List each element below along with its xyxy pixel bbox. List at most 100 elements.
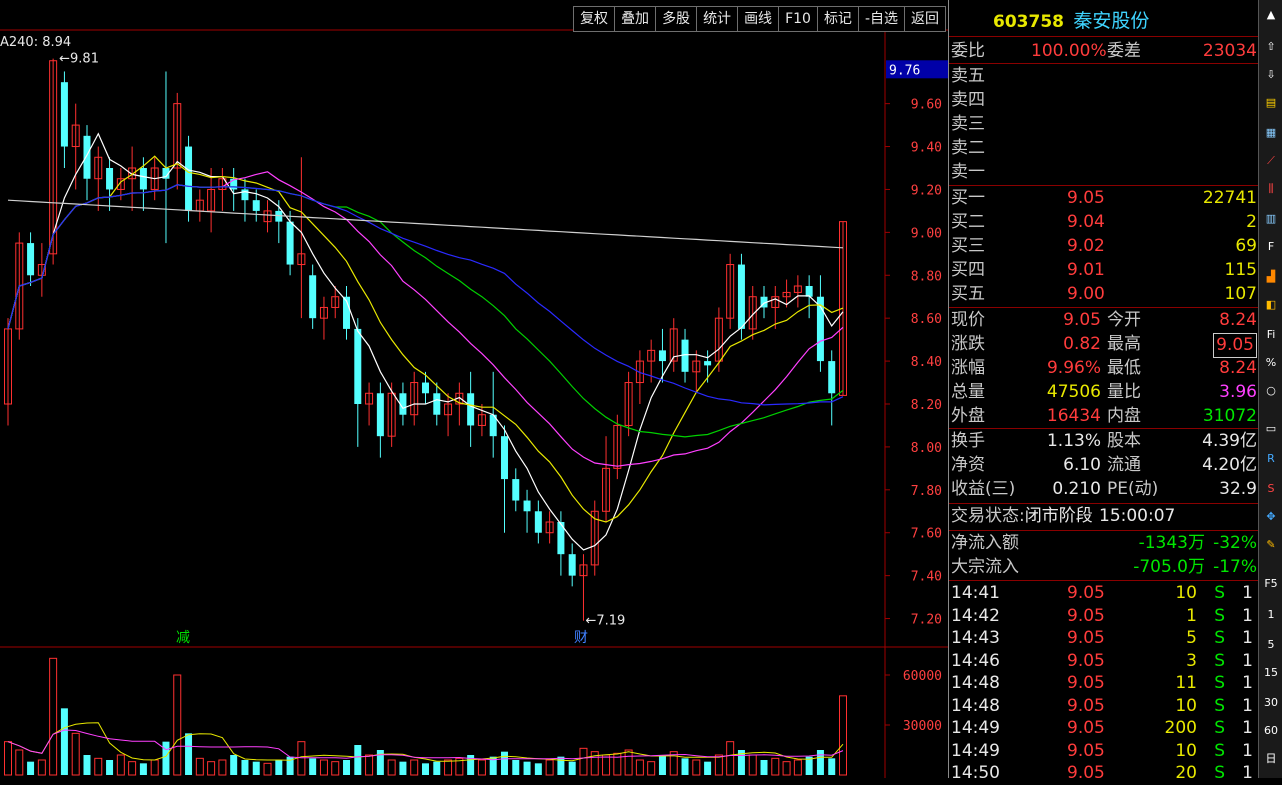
table-icon[interactable]: ▥ bbox=[1262, 210, 1280, 228]
buy-row: 买五 9.00 107 bbox=[951, 283, 1257, 306]
down-icon[interactable]: ⇩ bbox=[1262, 66, 1280, 84]
tick-time: 14:50 bbox=[951, 763, 1000, 783]
toolbar-btn-fuquan[interactable]: 复权 bbox=[573, 6, 615, 32]
buy-label: 买一 bbox=[951, 188, 985, 208]
volume-bar bbox=[714, 754, 723, 776]
quote-value: 16434 bbox=[1046, 406, 1101, 426]
candle-body bbox=[422, 382, 429, 394]
buy-volume: 69 bbox=[1235, 236, 1257, 256]
tick-side: S bbox=[1214, 650, 1225, 671]
line-chart-icon[interactable]: ⟋ bbox=[1262, 152, 1280, 170]
buy-label: 买五 bbox=[951, 284, 985, 304]
flow-pct: -32% bbox=[1213, 533, 1257, 553]
current-price-tag-text: 9.76 bbox=[889, 63, 920, 78]
num5-icon[interactable]: 5 bbox=[1262, 636, 1280, 654]
num60-icon[interactable]: 60 bbox=[1262, 722, 1280, 740]
tick-time: 14:41 bbox=[951, 583, 1000, 603]
volume-bar bbox=[387, 759, 396, 776]
volume-axis-label: 30000 bbox=[903, 719, 942, 734]
percent-icon[interactable]: % bbox=[1262, 354, 1280, 372]
s-icon[interactable]: S bbox=[1262, 480, 1280, 498]
candle-body bbox=[83, 135, 91, 179]
volume-bar bbox=[71, 732, 80, 776]
chart-icon[interactable]: ▟ bbox=[1262, 268, 1280, 286]
f5-icon[interactable]: F5 bbox=[1262, 575, 1280, 593]
buy-row: 买四 9.01 115 bbox=[951, 259, 1257, 282]
volume-bar bbox=[568, 761, 576, 775]
tick-row: 14:48 9.05 10 S 1 bbox=[951, 695, 1257, 718]
toolbar-btn-duogu[interactable]: 多股 bbox=[655, 6, 697, 32]
volume-bar bbox=[647, 761, 656, 776]
quote-label2: 最低 bbox=[1107, 358, 1141, 378]
volume-bar bbox=[399, 761, 407, 775]
num15-icon[interactable]: 15 bbox=[1262, 664, 1280, 682]
toolbar-btn-diejia[interactable]: 叠加 bbox=[614, 6, 656, 32]
num30-icon[interactable]: 30 bbox=[1262, 694, 1280, 712]
grid-icon[interactable]: ▦ bbox=[1262, 124, 1280, 142]
side-toolbar: ▲ ⇧ ⇩ ▤ ▦ ⟋ ⫼ ▥ F ▟ ◧ Fi % ○ ▭ R S ✥ ✎ F… bbox=[1258, 0, 1282, 778]
f10-icon[interactable]: F bbox=[1262, 238, 1280, 256]
up-arrow-icon[interactable]: ▲ bbox=[1262, 6, 1280, 24]
tick-price: 9.05 bbox=[1067, 628, 1105, 648]
fundamental-row: 换手 1.13% 股本 4.39亿 bbox=[951, 430, 1257, 453]
volume-ma5-line bbox=[7, 722, 844, 762]
quote-row: 总量 47506 量比 3.96 bbox=[951, 381, 1257, 404]
volume-bar bbox=[343, 760, 351, 775]
buy-row: 买一 9.05 22741 bbox=[951, 187, 1257, 210]
volume-bar bbox=[433, 761, 441, 775]
volume-bar bbox=[760, 760, 768, 775]
info-icon[interactable]: ◧ bbox=[1262, 296, 1280, 314]
toolbar-btn-tongji[interactable]: 统计 bbox=[696, 6, 738, 32]
candle-body bbox=[60, 82, 68, 147]
trade-status-label: 交易状态: bbox=[951, 506, 1025, 526]
num1-icon[interactable]: 1 bbox=[1262, 606, 1280, 624]
price-axis-label: 8.80 bbox=[911, 269, 942, 284]
quote-label2: 内盘 bbox=[1107, 406, 1141, 426]
toolbar-btn-biaoji[interactable]: 标记 bbox=[816, 6, 858, 32]
volume-bar bbox=[771, 757, 780, 776]
tick-volume: 11 bbox=[1175, 673, 1197, 693]
tick-row: 14:43 9.05 5 S 1 bbox=[951, 627, 1257, 650]
weibi-value: 100.00% bbox=[1031, 41, 1107, 61]
tick-side: S bbox=[1214, 740, 1225, 761]
candle-body bbox=[354, 328, 362, 404]
move-icon[interactable]: ✥ bbox=[1262, 508, 1280, 526]
volume-bar bbox=[173, 674, 182, 776]
circle-icon[interactable]: ○ bbox=[1262, 382, 1280, 400]
panel-icon[interactable]: ▭ bbox=[1262, 420, 1280, 438]
pencil-icon[interactable]: ✎ bbox=[1262, 536, 1280, 554]
flow-pct: -17% bbox=[1213, 557, 1257, 577]
ma5-line bbox=[7, 132, 844, 551]
tick-volume: 3 bbox=[1186, 650, 1197, 671]
kline-icon[interactable]: ⫼ bbox=[1262, 180, 1280, 198]
kline-chart-area[interactable]: 9.60 9.40 9.20 9.00 8.80 8.60 8.40 8.20 8.00 7.80… bbox=[0, 0, 948, 778]
volume-bar bbox=[60, 708, 68, 775]
fund-label2: 股本 bbox=[1107, 431, 1141, 451]
tick-count: 1 bbox=[1242, 718, 1253, 738]
toolbar-btn-f10[interactable]: F10 bbox=[778, 6, 817, 32]
buy-row: 买三 9.02 69 bbox=[951, 235, 1257, 258]
flow-value: -705.0万 bbox=[1133, 557, 1205, 577]
r-icon[interactable]: R bbox=[1262, 450, 1280, 468]
toolbar-btn-zixuan[interactable]: -自选 bbox=[857, 6, 904, 32]
volume-bar bbox=[195, 757, 204, 776]
report-icon[interactable]: ▤ bbox=[1262, 94, 1280, 112]
tick-time: 14:42 bbox=[951, 605, 1000, 626]
buy-label: 买三 bbox=[951, 236, 985, 256]
day-icon[interactable]: 日 bbox=[1262, 750, 1280, 768]
toolbar-btn-fanhui[interactable]: 返回 bbox=[904, 6, 946, 32]
volume-bar bbox=[106, 760, 114, 775]
fiz-icon[interactable]: Fi bbox=[1262, 326, 1280, 344]
up-icon[interactable]: ⇧ bbox=[1262, 38, 1280, 56]
volume-axis-label: 60000 bbox=[903, 669, 942, 684]
tick-count: 1 bbox=[1242, 763, 1253, 783]
toolbar-btn-huaxian[interactable]: 画线 bbox=[737, 6, 779, 32]
fundamental-row: 净资 6.10 流通 4.20亿 bbox=[951, 454, 1257, 477]
flow-label: 净流入额 bbox=[951, 533, 1019, 553]
price-axis-label: 7.80 bbox=[911, 484, 942, 499]
kline-svg[interactable]: 9.60 9.40 9.20 9.00 8.80 8.60 8.40 8.20 8.00 7.80… bbox=[0, 0, 948, 778]
volume-bar bbox=[309, 758, 317, 775]
fund-label: 换手 bbox=[951, 431, 985, 451]
volume-bar bbox=[793, 759, 802, 776]
tick-count: 1 bbox=[1242, 650, 1253, 671]
